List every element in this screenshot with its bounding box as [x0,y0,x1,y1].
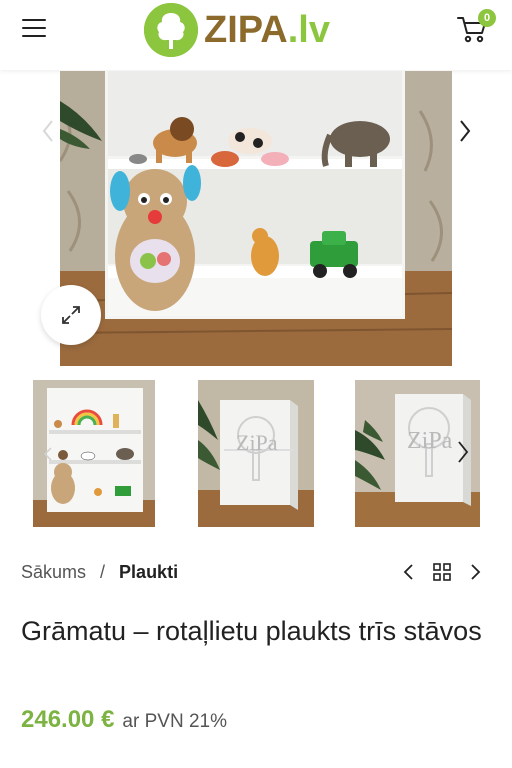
logo-main-text: ZIPA [204,8,288,51]
zoom-button[interactable] [41,285,101,345]
product-main-image[interactable] [60,71,452,366]
price-row: 246.00 € ar PVN 21% [21,706,227,740]
gallery-thumbnail-3[interactable]: ZiPa [355,380,480,527]
breadcrumb-separator: / [100,561,106,582]
thumb-watermark: ZiPa [236,430,278,455]
gallery-thumbnail-2[interactable]: ZiPa [198,380,314,527]
thumb-watermark: ZiPa [407,428,453,454]
next-product-button[interactable] [466,560,484,584]
logo-wordmark: ZIPA.lv [204,9,330,52]
expand-icon [62,306,80,324]
vat-note: ar PVN 21% [122,711,227,732]
site-header: ZIPA.lv 0 [0,0,512,70]
breadcrumb: Sākums / Plaukti [21,560,178,584]
hamburger-menu-icon[interactable] [22,17,46,39]
chevron-left-icon [42,120,53,142]
product-price: 246.00 € [21,706,115,733]
site-logo[interactable]: ZIPA.lv [144,2,330,58]
tree-logo-icon [144,3,198,57]
breadcrumb-home-link[interactable]: Sākums [21,562,86,583]
gallery-thumbnail-1[interactable] [33,380,155,527]
cart-count-badge: 0 [478,9,496,27]
breadcrumb-current[interactable]: Plaukti [119,562,178,583]
prev-product-button[interactable] [400,560,418,584]
product-title: Grāmatu – rotaļlietu plaukts trīs stāvos [21,616,482,646]
gallery-next-arrow[interactable] [455,116,475,146]
chevron-right-icon [460,120,471,142]
chevron-left-icon [403,564,413,580]
gallery-prev-arrow[interactable] [38,116,58,146]
logo-tld-text: .lv [287,8,330,51]
grid-icon [433,563,451,581]
back-to-category-button[interactable] [432,560,452,584]
chevron-right-icon [471,564,481,580]
